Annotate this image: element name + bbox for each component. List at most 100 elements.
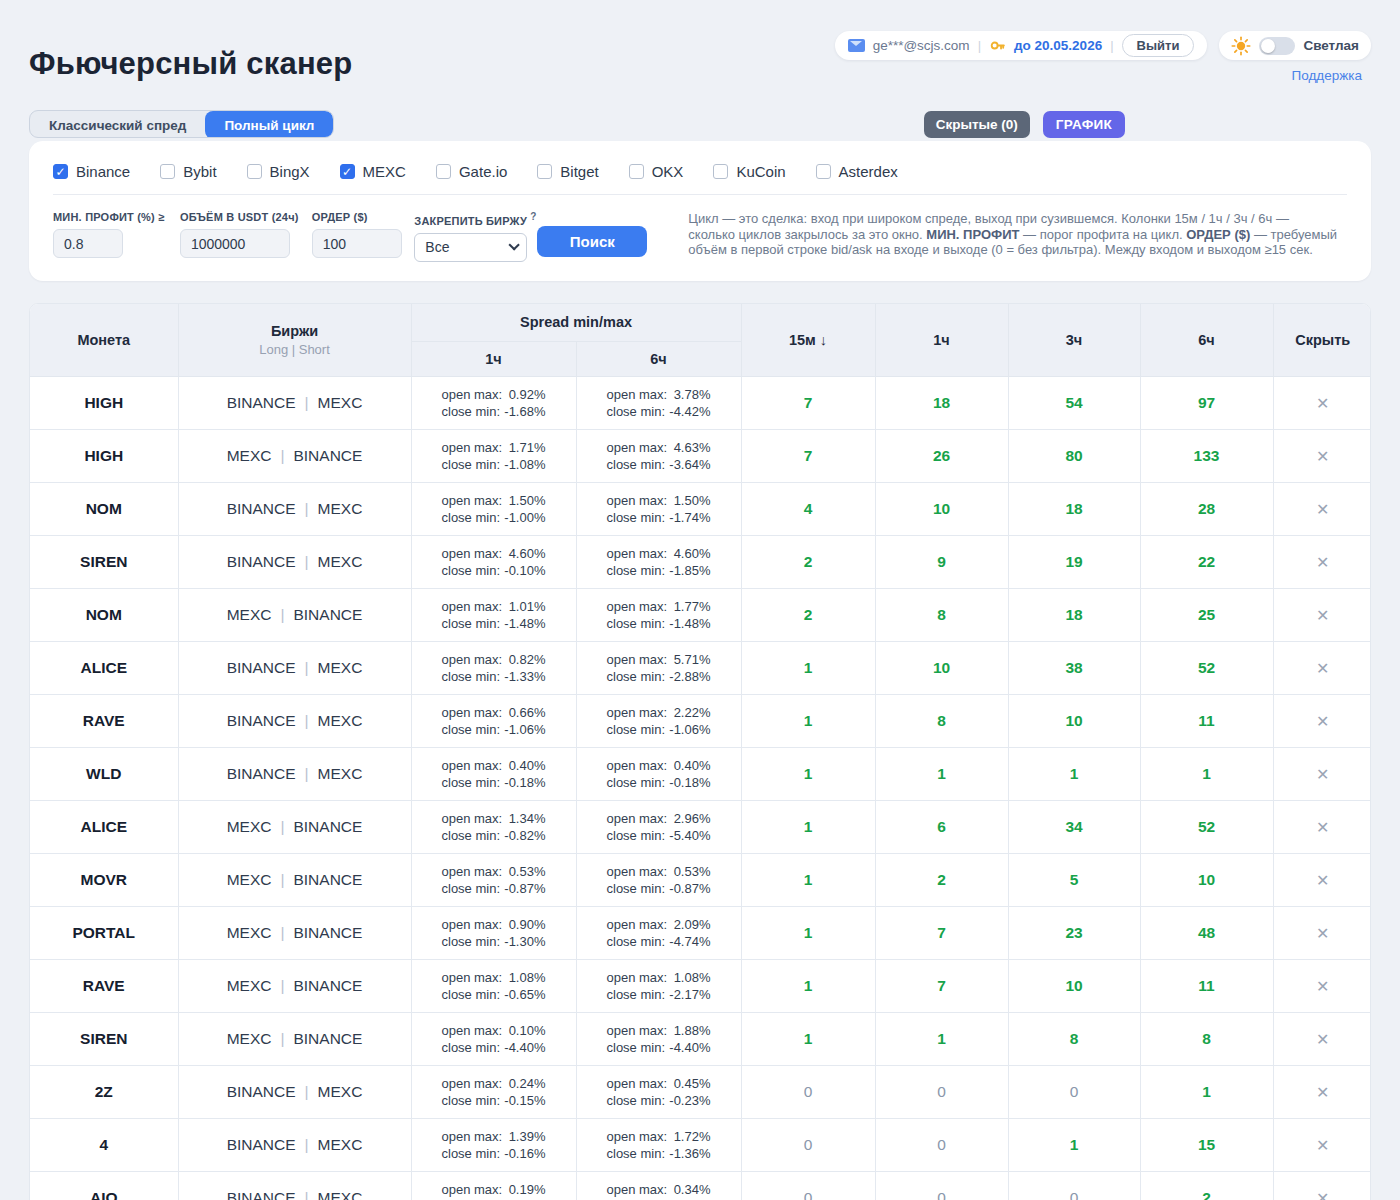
count-1h: 10 xyxy=(875,483,1008,536)
spread-6h-cell: open max:1.88% close min:-4.40% xyxy=(576,1013,741,1066)
short-exchange: BINANCE xyxy=(293,871,362,888)
count-6h: 48 xyxy=(1140,907,1273,960)
count-3h: 34 xyxy=(1008,801,1140,854)
count-6h: 25 xyxy=(1140,589,1273,642)
col-header-exchanges: Биржи Long | Short xyxy=(178,304,411,377)
count-3h: 5 xyxy=(1008,854,1140,907)
hide-row-button[interactable]: ✕ xyxy=(1316,978,1329,995)
col-header-3h[interactable]: 3ч xyxy=(1008,304,1140,377)
pin-exchange-select[interactable]: Все xyxy=(414,233,527,262)
coin-name: HIGH xyxy=(30,377,178,430)
short-exchange: BINANCE xyxy=(293,977,362,994)
hide-cell: ✕ xyxy=(1273,748,1371,801)
table-row: RAVE MEXC|BINANCE open max:1.08% close m… xyxy=(30,960,1371,1013)
table-row: PORTAL MEXC|BINANCE open max:0.90% close… xyxy=(30,907,1371,960)
tab-full-cycle[interactable]: Полный цикл xyxy=(205,111,333,138)
logout-button[interactable]: Выйти xyxy=(1122,34,1195,57)
exchange-checkbox-bitget[interactable]: Bitget xyxy=(537,163,598,180)
hide-row-button[interactable]: ✕ xyxy=(1316,925,1329,942)
hide-row-button[interactable]: ✕ xyxy=(1316,607,1329,624)
hide-row-button[interactable]: ✕ xyxy=(1316,1137,1329,1154)
hide-row-button[interactable]: ✕ xyxy=(1316,395,1329,412)
coin-name: HIGH xyxy=(30,430,178,483)
exchange-filters: ✓ Binance Bybit BingX ✓ MEXC Gate.io Bit… xyxy=(53,163,1347,180)
search-button[interactable]: Поиск xyxy=(537,226,647,257)
exchange-checkbox-okx[interactable]: OKX xyxy=(629,163,684,180)
spread-1h-cell: open max:0.40% close min:-0.18% xyxy=(411,748,576,801)
theme-toggle[interactable] xyxy=(1259,37,1295,55)
volume-input[interactable] xyxy=(180,229,290,258)
short-exchange: MEXC xyxy=(318,1136,363,1153)
count-6h: 11 xyxy=(1140,695,1273,748)
exchange-pair: BINANCE|MEXC xyxy=(178,536,411,589)
chevron-down-icon xyxy=(509,239,520,250)
exchange-pair: MEXC|BINANCE xyxy=(178,960,411,1013)
support-link[interactable]: Поддержка xyxy=(1292,68,1362,83)
hide-row-button[interactable]: ✕ xyxy=(1316,1084,1329,1101)
count-1h: 0 xyxy=(875,1119,1008,1172)
exchange-pair: MEXC|BINANCE xyxy=(178,589,411,642)
exchange-checkbox-binance[interactable]: ✓ Binance xyxy=(53,163,130,180)
count-15m: 0 xyxy=(741,1119,875,1172)
separator: | xyxy=(978,38,981,53)
long-exchange: BINANCE xyxy=(227,1083,296,1100)
col-header-6h[interactable]: 6ч xyxy=(1140,304,1273,377)
hide-row-button[interactable]: ✕ xyxy=(1316,819,1329,836)
separator: | xyxy=(271,1030,293,1047)
chart-button[interactable]: ГРАФИК xyxy=(1043,111,1125,138)
col-header-coin: Монета xyxy=(30,304,178,377)
exchange-checkbox-gate.io[interactable]: Gate.io xyxy=(436,163,507,180)
long-exchange: BINANCE xyxy=(227,1189,296,1200)
hide-row-button[interactable]: ✕ xyxy=(1316,448,1329,465)
exchange-checkbox-mexc[interactable]: ✓ MEXC xyxy=(340,163,406,180)
separator: | xyxy=(271,447,293,464)
count-1h: 0 xyxy=(875,1172,1008,1200)
coin-name: NOM xyxy=(30,483,178,536)
col-header-15m[interactable]: 15м ↓ xyxy=(741,304,875,377)
filters-card: ✓ Binance Bybit BingX ✓ MEXC Gate.io Bit… xyxy=(29,141,1371,281)
hide-cell: ✕ xyxy=(1273,960,1371,1013)
long-exchange: BINANCE xyxy=(227,1136,296,1153)
exchange-pair: BINANCE|MEXC xyxy=(178,1066,411,1119)
spread-6h-cell: open max:4.63% close min:-3.64% xyxy=(576,430,741,483)
exchange-pair: MEXC|BINANCE xyxy=(178,907,411,960)
hide-row-button[interactable]: ✕ xyxy=(1316,1190,1329,1200)
pin-exchange-value: Все xyxy=(425,239,449,255)
tab-classic-spread[interactable]: Классический спред xyxy=(30,111,205,138)
hidden-rows-button[interactable]: Скрытые (0) xyxy=(924,111,1030,138)
count-15m: 1 xyxy=(741,695,875,748)
separator: | xyxy=(296,659,318,676)
exchange-checkbox-asterdex[interactable]: Asterdex xyxy=(816,163,898,180)
hide-row-button[interactable]: ✕ xyxy=(1316,766,1329,783)
spread-6h-cell: open max:2.22% close min:-1.06% xyxy=(576,695,741,748)
exchange-checkbox-kucoin[interactable]: KuCoin xyxy=(713,163,785,180)
hide-row-button[interactable]: ✕ xyxy=(1316,554,1329,571)
exchange-pair: MEXC|BINANCE xyxy=(178,430,411,483)
table-row: AIO BINANCE|MEXC open max:0.19% close mi… xyxy=(30,1172,1371,1200)
col-header-1h[interactable]: 1ч xyxy=(875,304,1008,377)
count-3h: 18 xyxy=(1008,483,1140,536)
hide-row-button[interactable]: ✕ xyxy=(1316,501,1329,518)
count-6h: 8 xyxy=(1140,1013,1273,1066)
exchange-checkbox-bingx[interactable]: BingX xyxy=(247,163,310,180)
hide-row-button[interactable]: ✕ xyxy=(1316,872,1329,889)
count-6h: 22 xyxy=(1140,536,1273,589)
count-1h: 8 xyxy=(875,589,1008,642)
hide-row-button[interactable]: ✕ xyxy=(1316,713,1329,730)
short-exchange: BINANCE xyxy=(293,1030,362,1047)
exchange-checkbox-bybit[interactable]: Bybit xyxy=(160,163,216,180)
hide-cell: ✕ xyxy=(1273,1066,1371,1119)
order-input[interactable] xyxy=(312,229,402,258)
coin-name: 2Z xyxy=(30,1066,178,1119)
separator: | xyxy=(296,394,318,411)
help-icon[interactable]: ? xyxy=(530,211,536,222)
hide-row-button[interactable]: ✕ xyxy=(1316,1031,1329,1048)
count-1h: 1 xyxy=(875,748,1008,801)
count-15m: 1 xyxy=(741,748,875,801)
hide-row-button[interactable]: ✕ xyxy=(1316,660,1329,677)
count-1h: 6 xyxy=(875,801,1008,854)
table-row: SIREN MEXC|BINANCE open max:0.10% close … xyxy=(30,1013,1371,1066)
min-profit-input[interactable] xyxy=(53,229,123,258)
count-1h: 10 xyxy=(875,642,1008,695)
spread-1h-cell: open max:0.24% close min:-0.15% xyxy=(411,1066,576,1119)
